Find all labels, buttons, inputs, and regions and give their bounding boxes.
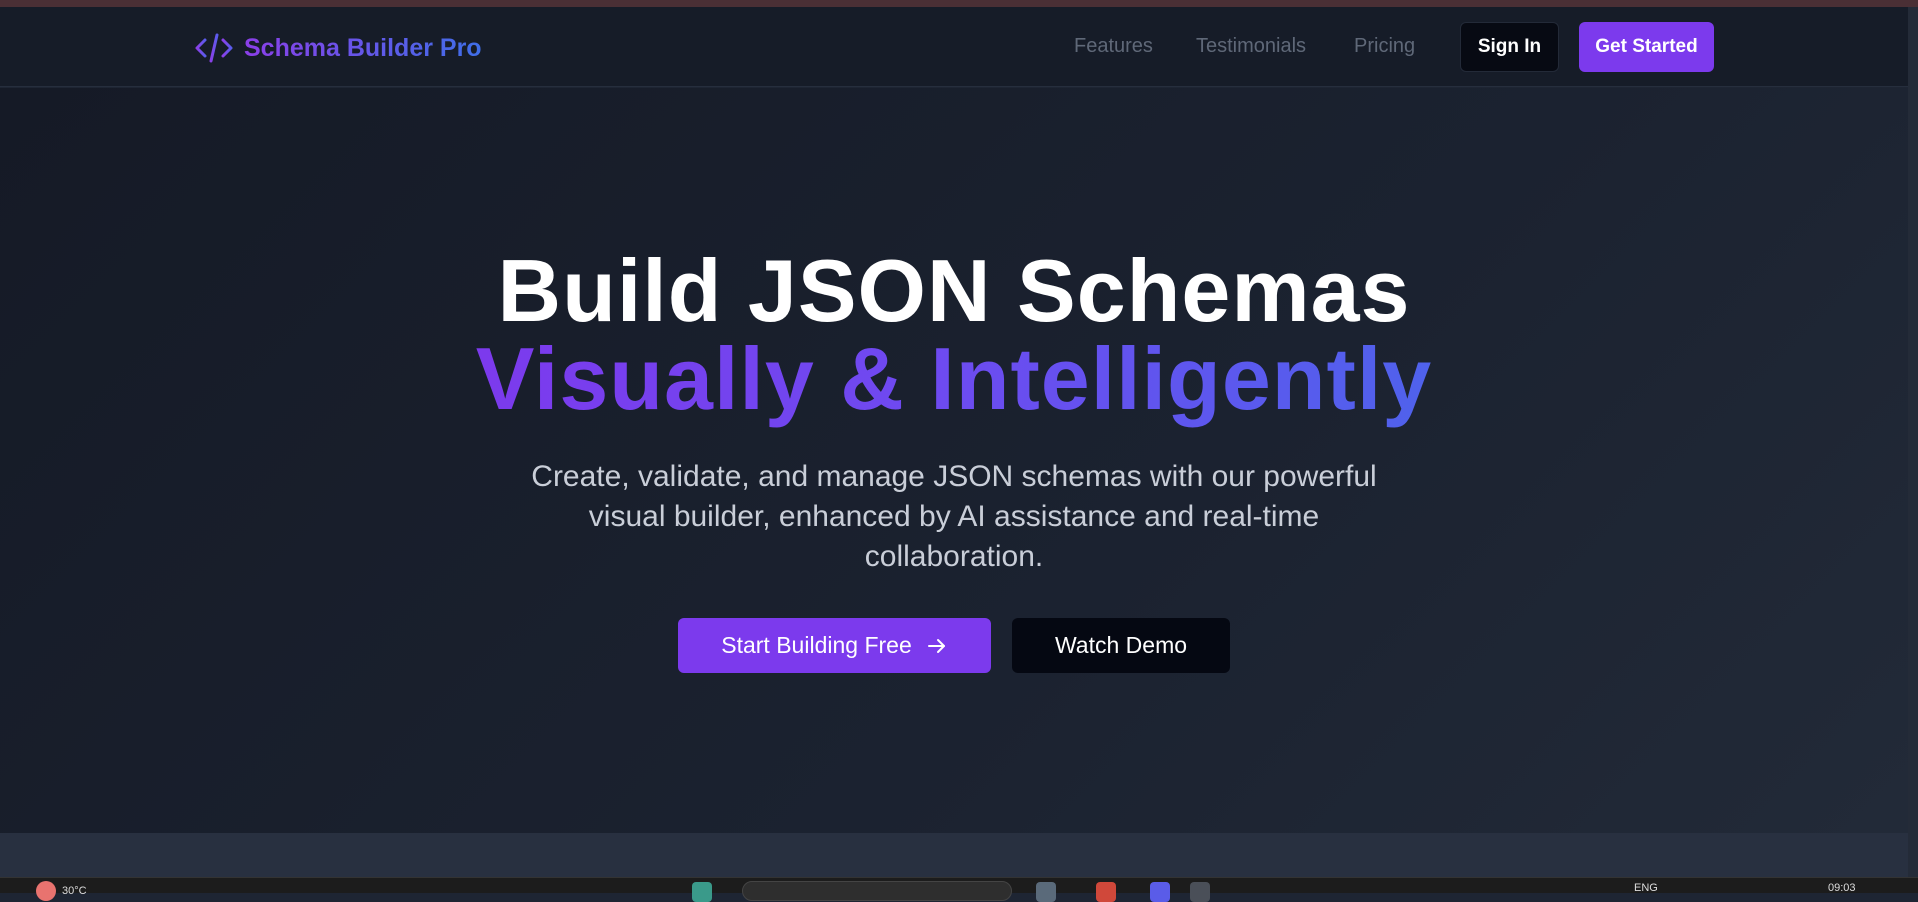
scrollbar[interactable] bbox=[1908, 7, 1918, 877]
brand-logo[interactable]: Schema Builder Pro bbox=[194, 31, 482, 65]
watch-demo-button[interactable]: Watch Demo bbox=[1012, 618, 1230, 673]
weather-icon bbox=[36, 881, 56, 901]
app-icon[interactable] bbox=[1096, 882, 1116, 902]
start-building-label: Start Building Free bbox=[721, 632, 912, 658]
next-section bbox=[0, 833, 1908, 877]
start-building-button[interactable]: Start Building Free bbox=[678, 618, 991, 673]
hero-title: Build JSON Schemas bbox=[497, 241, 1411, 340]
nav-link-features[interactable]: Features bbox=[1074, 35, 1153, 58]
hero-title-accent-text: Visually & Intelligently bbox=[475, 329, 1433, 428]
start-icon[interactable] bbox=[692, 882, 712, 902]
hero-subtitle-line: Create, validate, and manage JSON schema… bbox=[531, 460, 1377, 493]
os-taskbar: 30°C ENG 09:03 bbox=[0, 877, 1918, 902]
code-icon bbox=[195, 33, 233, 63]
app-icon[interactable] bbox=[1150, 882, 1170, 902]
taskbar-language[interactable]: ENG bbox=[1634, 882, 1658, 894]
taskbar-weather[interactable]: 30°C bbox=[36, 881, 87, 901]
nav-link-testimonials[interactable]: Testimonials bbox=[1196, 35, 1306, 58]
hero-subtitle-line: collaboration. bbox=[864, 540, 1044, 573]
nav-link-pricing[interactable]: Pricing bbox=[1354, 35, 1415, 58]
brand-name: Schema Builder Pro bbox=[244, 33, 482, 62]
hero-subtitle-line: visual builder, enhanced by AI assistanc… bbox=[588, 500, 1320, 533]
navbar: Schema Builder Pro Features Testimonials… bbox=[0, 7, 1908, 87]
taskview-icon[interactable] bbox=[1036, 882, 1056, 902]
app-icon[interactable] bbox=[1190, 882, 1210, 902]
weather-temperature: 30°C bbox=[62, 885, 87, 897]
window-top-strip bbox=[0, 0, 1918, 7]
get-started-button[interactable]: Get Started bbox=[1579, 22, 1714, 72]
taskbar-clock[interactable]: 09:03 bbox=[1828, 882, 1856, 894]
sign-in-button[interactable]: Sign In bbox=[1460, 22, 1559, 72]
hero-title-accent: Visually & Intelligently bbox=[0, 328, 1908, 430]
hero-subtitle: Create, validate, and manage JSON schema… bbox=[474, 457, 1434, 577]
taskbar-search[interactable] bbox=[742, 881, 1012, 901]
arrow-right-icon bbox=[927, 638, 945, 653]
